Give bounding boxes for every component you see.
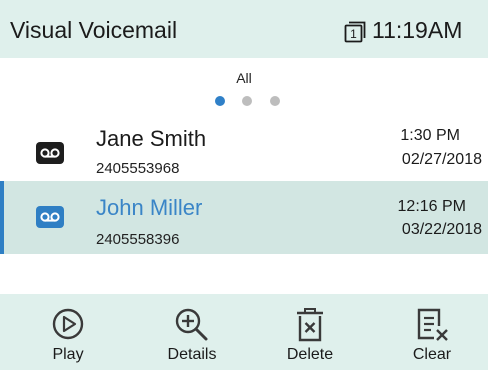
voicemail-row[interactable]: Jane Smith 2405553968 1:30 PM 02/27/2018 xyxy=(0,118,488,181)
clock-time: 11:19AM xyxy=(372,17,463,43)
details-label: Details xyxy=(167,346,217,363)
clear-button[interactable]: Clear xyxy=(390,294,474,370)
voicemail-icon xyxy=(36,206,64,228)
voicemail-time: 1:30 PM xyxy=(400,127,460,144)
voicemail-time: 12:16 PM xyxy=(397,198,466,215)
caller-number: 2405558396 xyxy=(96,231,180,248)
voicemail-date: 02/27/2018 xyxy=(401,151,482,168)
filter-label: All xyxy=(236,70,252,86)
clear-list-icon xyxy=(417,308,448,341)
caller-number: 2405553968 xyxy=(96,160,180,177)
app-title: Visual Voicemail xyxy=(10,17,178,43)
page-dot-2[interactable] xyxy=(242,96,252,106)
clear-label: Clear xyxy=(412,346,452,363)
line-number: 1 xyxy=(350,27,357,41)
title-bar: Visual Voicemail 1 11:19AM xyxy=(0,0,488,58)
play-label: Play xyxy=(52,346,84,363)
voicemail-icon xyxy=(36,142,64,164)
caller-name: Jane Smith xyxy=(96,126,207,151)
zoom-in-icon xyxy=(175,308,208,341)
voicemail-row-selected[interactable]: John Miller 2405558396 12:16 PM 03/22/20… xyxy=(0,181,488,254)
line-key-icon: 1 xyxy=(344,21,366,43)
play-circle-icon xyxy=(52,308,84,340)
caller-name: John Miller xyxy=(96,195,203,220)
details-button[interactable]: Details xyxy=(152,294,232,370)
voicemail-date: 03/22/2018 xyxy=(401,221,482,238)
softkey-toolbar: Play Details Delete Clear xyxy=(0,294,488,370)
trash-icon xyxy=(297,308,323,342)
page-dot-3[interactable] xyxy=(270,96,280,106)
play-button[interactable]: Play xyxy=(28,294,108,370)
delete-label: Delete xyxy=(286,346,334,363)
page-indicator[interactable] xyxy=(0,96,488,106)
delete-button[interactable]: Delete xyxy=(270,294,350,370)
page-dot-1[interactable] xyxy=(215,96,225,106)
